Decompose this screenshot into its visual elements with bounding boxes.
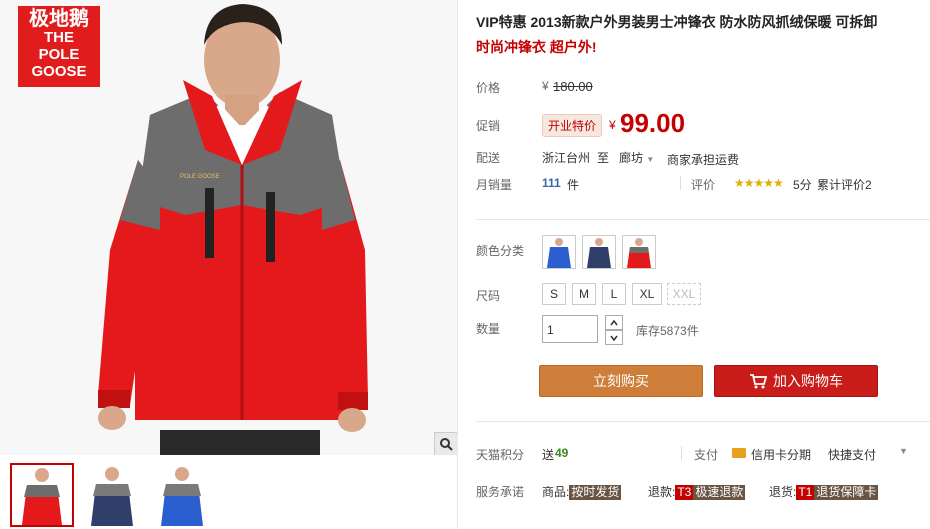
service-item-delivery: 商品: 按时发货 bbox=[542, 483, 622, 500]
quantity-label: 数量 bbox=[476, 322, 501, 336]
size-row: 尺码 S M L XL XXL bbox=[476, 283, 930, 305]
brand-logo-en-2: POLE bbox=[38, 46, 80, 63]
promo-price: 99.00 bbox=[620, 108, 686, 138]
add-to-cart-label: 加入购物车 bbox=[773, 373, 843, 389]
separator bbox=[680, 176, 681, 190]
thumbnail-blue-image bbox=[151, 464, 213, 526]
buy-now-button[interactable]: 立刻购买 bbox=[539, 365, 703, 397]
promo-tag: 开业特价 bbox=[542, 114, 603, 137]
product-title-main: VIP特惠 2013新款户外男装男士冲锋衣 防水防风抓绒保暖 可拆卸 bbox=[476, 14, 878, 30]
delivery-row: 配送 浙江台州 至 廊坊 ▼ 商家承担运费 bbox=[476, 149, 930, 167]
price-label: 价格 bbox=[476, 81, 501, 95]
size-option-l[interactable]: L bbox=[602, 283, 626, 305]
promo-currency: ¥ bbox=[609, 118, 616, 132]
points-payment-row: 天猫积分 送 49 支付 信用卡分期 快捷支付 ▼ bbox=[476, 446, 930, 464]
delivery-from: 浙江台州 bbox=[542, 151, 591, 165]
chevron-down-icon bbox=[610, 335, 618, 341]
chevron-down-icon: ▼ bbox=[646, 155, 655, 164]
color-option-red[interactable] bbox=[622, 235, 656, 269]
rating-score: 5分 bbox=[793, 178, 812, 192]
stock-info: 库存5873件 bbox=[636, 324, 699, 338]
product-gallery: POLE GOOSE 极地鹅 THE POLE GOOSE bbox=[0, 0, 458, 529]
product-title-highlight: 时尚冲锋衣 超户外! bbox=[476, 39, 597, 55]
quantity-decrease[interactable] bbox=[605, 330, 623, 345]
thumbnail-red-image bbox=[12, 465, 72, 525]
fast-pay: 快捷支付 bbox=[828, 448, 877, 462]
shopping-cart-icon bbox=[750, 374, 767, 389]
promo-label: 促销 bbox=[476, 119, 501, 133]
review-label: 评价 bbox=[691, 178, 716, 192]
points-value: 49 bbox=[555, 446, 569, 460]
delivery-destination: 廊坊 bbox=[619, 151, 644, 165]
thumbnail-red[interactable] bbox=[10, 463, 74, 527]
t3-badge: T3 bbox=[675, 485, 694, 500]
rating-stars: ★★★★★ bbox=[734, 176, 784, 190]
buy-now-label: 立刻购买 bbox=[593, 373, 649, 389]
return-guarantee-badge: 退货保障卡 bbox=[814, 485, 879, 500]
brand-logo-en-3: GOOSE bbox=[31, 63, 87, 80]
service-item-refund: 退款: T3 极速退款 bbox=[648, 483, 746, 500]
payment-label: 支付 bbox=[694, 448, 719, 462]
service-item-return: 退货: T1 退货保障卡 bbox=[769, 483, 879, 500]
review-count-link[interactable]: 累计评价2 bbox=[817, 176, 872, 193]
navy-jacket-swatch bbox=[583, 236, 615, 268]
thumbnail-navy-image bbox=[81, 464, 143, 526]
service-prefix: 商品: bbox=[542, 485, 570, 499]
size-label: 尺码 bbox=[476, 289, 501, 303]
color-label: 颜色分类 bbox=[476, 244, 525, 258]
sales-label: 月销量 bbox=[476, 178, 513, 192]
fast-refund-badge: 极速退款 bbox=[693, 485, 746, 500]
divider bbox=[476, 421, 930, 422]
size-option-xl[interactable]: XL bbox=[632, 283, 662, 305]
product-info-panel: VIP特惠 2013新款户外男装男士冲锋衣 防水防风抓绒保暖 可拆卸 时尚冲锋衣… bbox=[476, 0, 930, 529]
add-to-cart-button[interactable]: 加入购物车 bbox=[714, 365, 878, 397]
color-row: 颜色分类 bbox=[476, 235, 930, 271]
price-row: 价格 ¥ 180.00 bbox=[476, 79, 930, 97]
delivery-destination-select[interactable]: 廊坊 ▼ bbox=[619, 149, 654, 166]
red-jacket-swatch bbox=[623, 236, 655, 268]
shipping-info: 商家承担运费 bbox=[667, 153, 740, 167]
brand-logo: 极地鹅 THE POLE GOOSE bbox=[18, 6, 100, 87]
thumbnail-navy[interactable] bbox=[80, 463, 144, 527]
size-option-m[interactable]: M bbox=[572, 283, 596, 305]
divider bbox=[476, 219, 930, 220]
original-price: 180.00 bbox=[553, 79, 593, 94]
delivery-label: 配送 bbox=[476, 151, 501, 165]
quantity-input[interactable]: 1 bbox=[542, 315, 598, 343]
on-time-delivery-badge: 按时发货 bbox=[569, 485, 622, 500]
service-prefix: 退货: bbox=[769, 485, 797, 499]
service-prefix: 退款: bbox=[648, 485, 676, 499]
t1-badge: T1 bbox=[796, 485, 815, 500]
brand-logo-en-1: THE bbox=[44, 29, 74, 46]
sales-row: 月销量 111 件 评价 ★★★★★ 5分 累计评价2 bbox=[476, 176, 930, 194]
quantity-increase[interactable] bbox=[605, 315, 623, 330]
size-option-xxl[interactable]: XXL bbox=[667, 283, 701, 305]
credit-installment: 信用卡分期 bbox=[751, 448, 812, 462]
blue-jacket-swatch bbox=[543, 236, 575, 268]
jacket-brand-logo: POLE GOOSE bbox=[180, 174, 220, 180]
magnifier-icon bbox=[440, 438, 453, 451]
size-option-s[interactable]: S bbox=[542, 283, 566, 305]
product-title: VIP特惠 2013新款户外男装男士冲锋衣 防水防风抓绒保暖 可拆卸 时尚冲锋衣… bbox=[476, 10, 928, 60]
promo-row: 促销 开业特价 ¥ 99.00 bbox=[476, 108, 930, 140]
delivery-to-word: 至 bbox=[597, 151, 610, 165]
sales-unit: 件 bbox=[567, 178, 580, 192]
color-option-blue[interactable] bbox=[542, 235, 576, 269]
price-currency: ¥ bbox=[542, 79, 549, 93]
main-product-image[interactable]: POLE GOOSE 极地鹅 THE POLE GOOSE bbox=[0, 0, 457, 455]
service-label: 服务承诺 bbox=[476, 485, 525, 499]
points-label: 天猫积分 bbox=[476, 448, 525, 462]
thumbnail-blue[interactable] bbox=[150, 463, 214, 527]
brand-logo-cn: 极地鹅 bbox=[29, 8, 89, 30]
quantity-row: 数量 1 库存5873件 bbox=[476, 315, 930, 345]
chevron-up-icon bbox=[610, 319, 618, 325]
points-send: 送 bbox=[542, 448, 555, 462]
zoom-button[interactable] bbox=[434, 432, 457, 455]
service-row: 服务承诺 商品: 按时发货 退款: T3 极速退款 退货: T1 退货保障卡 bbox=[476, 483, 930, 501]
chevron-down-icon[interactable]: ▼ bbox=[899, 446, 908, 456]
color-option-navy[interactable] bbox=[582, 235, 616, 269]
separator bbox=[681, 446, 682, 460]
credit-card-icon bbox=[732, 448, 746, 458]
sales-count: 111 bbox=[542, 176, 561, 190]
